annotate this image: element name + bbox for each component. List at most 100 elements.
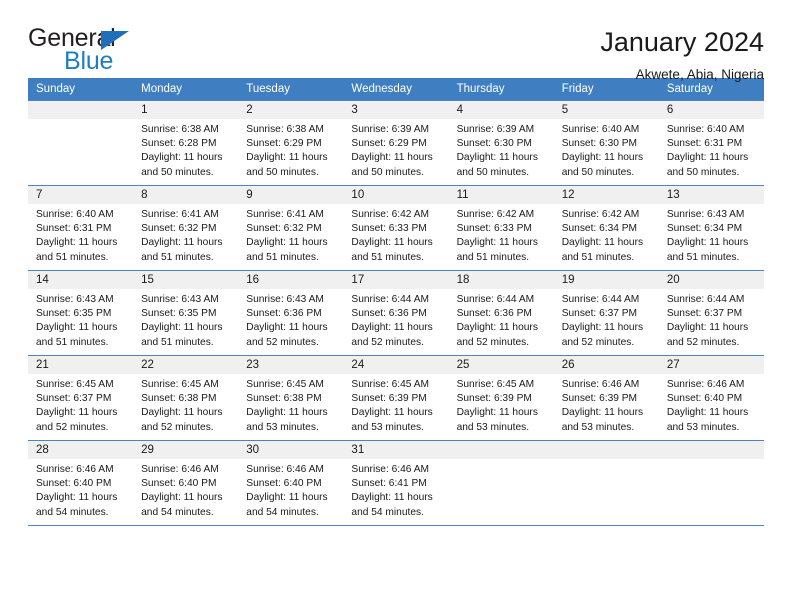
triangle-flag-icon — [101, 31, 129, 50]
sunrise-time: Sunrise: 6:45 AM — [36, 379, 114, 390]
daylight-duration-line1: Daylight: 11 hours — [246, 322, 328, 334]
sunset-time: Sunset: 6:39 PM — [456, 393, 532, 405]
sunrise-time: Sunrise: 6:44 AM — [351, 294, 430, 305]
day-details: Sunrise: 6:40 AM Sunset: 6:31 PM Daylight:… — [659, 119, 764, 180]
daylight-duration-line2: and 50 minutes. — [141, 166, 214, 178]
brand-name-blue: Blue — [64, 47, 114, 75]
calendar-day-cell-empty — [553, 440, 659, 525]
sunrise-time: Sunrise: 6:46 AM — [246, 464, 324, 475]
daylight-duration-line1: Daylight: 11 hours — [561, 322, 644, 334]
sunrise-time: Sunrise: 6:44 AM — [561, 294, 640, 305]
sunset-time: Sunset: 6:30 PM — [561, 138, 638, 150]
day-cell-inner: 2 Sunrise: 6:38 AM Sunset: 6:29 PM Daylight… — [238, 100, 344, 185]
day-number: 8 — [133, 186, 239, 204]
daylight-duration-line1: Daylight: 11 hours — [36, 492, 118, 504]
day-cell-inner: 8 Sunrise: 6:41 AM Sunset: 6:32 PM Daylight… — [133, 185, 239, 270]
day-number — [448, 441, 554, 459]
daylight-duration-line2: and 54 minutes. — [246, 506, 319, 518]
calendar-day-cell[interactable]: 17 Sunrise: 6:44 AM Sunset: 6:36 PM Dayligh… — [343, 270, 449, 355]
daylight-duration-line2: and 51 minutes. — [36, 251, 109, 263]
calendar-day-cell[interactable]: 12 Sunrise: 6:42 AM Sunset: 6:34 PM Dayligh… — [553, 185, 659, 270]
day-cell-inner: 19 Sunrise: 6:44 AM Sunset: 6:37 PM Dayligh… — [553, 270, 659, 355]
day-details: Sunrise: 6:46 AM Sunset: 6:41 PM Daylight:… — [343, 459, 448, 520]
calendar-day-cell[interactable]: 19 Sunrise: 6:44 AM Sunset: 6:37 PM Dayligh… — [553, 270, 659, 355]
calendar-page: General Blue January 2024 Akwete, Abia, … — [0, 0, 792, 612]
page-title: January 2024 — [600, 27, 764, 57]
day-number: 16 — [238, 271, 344, 289]
day-cell-inner: 30 Sunrise: 6:46 AM Sunset: 6:40 PM Dayligh… — [238, 440, 344, 525]
daylight-duration-line1: Daylight: 11 hours — [351, 322, 433, 334]
day-number: 28 — [28, 441, 134, 459]
calendar-day-cell[interactable]: 2 Sunrise: 6:38 AM Sunset: 6:29 PM Daylight… — [238, 100, 344, 185]
calendar-day-cell[interactable]: 28 Sunrise: 6:46 AM Sunset: 6:40 PM Dayligh… — [28, 440, 134, 525]
calendar-day-cell[interactable]: 5 Sunrise: 6:40 AM Sunset: 6:30 PM Daylight… — [553, 100, 659, 185]
day-details: Sunrise: 6:40 AM Sunset: 6:31 PM Daylight:… — [28, 204, 133, 265]
daylight-duration-line2: and 53 minutes. — [351, 421, 424, 433]
day-details: Sunrise: 6:42 AM Sunset: 6:34 PM Daylight:… — [554, 204, 659, 265]
sunset-time: Sunset: 6:41 PM — [351, 478, 427, 490]
day-number: 19 — [553, 271, 659, 289]
day-number — [658, 441, 764, 459]
daylight-duration-line1: Daylight: 11 hours — [246, 407, 328, 419]
calendar-day-cell[interactable]: 13 Sunrise: 6:43 AM Sunset: 6:34 PM Dayligh… — [658, 185, 764, 270]
calendar-day-cell[interactable]: 18 Sunrise: 6:44 AM Sunset: 6:36 PM Dayligh… — [448, 270, 554, 355]
calendar-day-cell[interactable]: 16 Sunrise: 6:43 AM Sunset: 6:36 PM Dayligh… — [238, 270, 344, 355]
calendar-day-cell[interactable]: 1 Sunrise: 6:38 AM Sunset: 6:28 PM Daylight… — [133, 100, 239, 185]
day-details: Sunrise: 6:44 AM Sunset: 6:37 PM Daylight:… — [659, 289, 764, 350]
brand-logo[interactable]: General Blue — [28, 26, 228, 76]
sunrise-time: Sunrise: 6:39 AM — [351, 124, 430, 135]
weekday-header-monday: Monday — [133, 78, 239, 100]
calendar-day-cell[interactable]: 25 Sunrise: 6:45 AM Sunset: 6:39 PM Dayligh… — [448, 355, 554, 440]
daylight-duration-line2: and 52 minutes. — [666, 336, 740, 348]
calendar-day-cell[interactable]: 26 Sunrise: 6:46 AM Sunset: 6:39 PM Dayligh… — [553, 355, 659, 440]
daylight-duration-line1: Daylight: 11 hours — [561, 152, 644, 164]
calendar-day-cell[interactable]: 9 Sunrise: 6:41 AM Sunset: 6:32 PM Daylight… — [238, 185, 344, 270]
daylight-duration-line1: Daylight: 11 hours — [246, 492, 328, 504]
calendar-day-cell[interactable]: 29 Sunrise: 6:46 AM Sunset: 6:40 PM Dayligh… — [133, 440, 239, 525]
daylight-duration-line2: and 50 minutes. — [561, 166, 635, 178]
calendar-day-cell[interactable]: 4 Sunrise: 6:39 AM Sunset: 6:30 PM Daylight… — [448, 100, 554, 185]
daylight-duration-line1: Daylight: 11 hours — [456, 407, 538, 419]
calendar-day-cell[interactable]: 14 Sunrise: 6:43 AM Sunset: 6:35 PM Dayligh… — [28, 270, 134, 355]
day-details: Sunrise: 6:44 AM Sunset: 6:36 PM Daylight:… — [449, 289, 554, 350]
calendar-week-row: 1 Sunrise: 6:38 AM Sunset: 6:28 PM Daylight… — [28, 100, 764, 185]
sunset-time: Sunset: 6:40 PM — [666, 393, 743, 405]
sunset-time: Sunset: 6:38 PM — [141, 393, 217, 405]
sunset-time: Sunset: 6:34 PM — [666, 223, 743, 235]
calendar-day-cell[interactable]: 20 Sunrise: 6:44 AM Sunset: 6:37 PM Dayligh… — [658, 270, 764, 355]
day-cell-inner: 25 Sunrise: 6:45 AM Sunset: 6:39 PM Dayligh… — [448, 355, 554, 440]
calendar-day-cell[interactable]: 30 Sunrise: 6:46 AM Sunset: 6:40 PM Dayligh… — [238, 440, 344, 525]
day-details: Sunrise: 6:38 AM Sunset: 6:29 PM Daylight:… — [238, 119, 343, 180]
day-cell-inner: 26 Sunrise: 6:46 AM Sunset: 6:39 PM Dayligh… — [553, 355, 659, 440]
calendar-day-cell[interactable]: 23 Sunrise: 6:45 AM Sunset: 6:38 PM Dayligh… — [238, 355, 344, 440]
day-details: Sunrise: 6:41 AM Sunset: 6:32 PM Daylight:… — [238, 204, 343, 265]
calendar-day-cell[interactable]: 15 Sunrise: 6:43 AM Sunset: 6:35 PM Dayligh… — [133, 270, 239, 355]
calendar-day-cell[interactable]: 21 Sunrise: 6:45 AM Sunset: 6:37 PM Dayligh… — [28, 355, 134, 440]
day-number: 17 — [343, 271, 449, 289]
calendar-day-cell[interactable]: 6 Sunrise: 6:40 AM Sunset: 6:31 PM Daylight… — [658, 100, 764, 185]
calendar-day-cell[interactable]: 7 Sunrise: 6:40 AM Sunset: 6:31 PM Daylight… — [28, 185, 134, 270]
calendar-day-cell[interactable]: 24 Sunrise: 6:45 AM Sunset: 6:39 PM Dayligh… — [343, 355, 449, 440]
day-number: 25 — [448, 356, 554, 374]
day-number: 18 — [448, 271, 554, 289]
daylight-duration-line2: and 52 minutes. — [36, 421, 109, 433]
sunrise-time: Sunrise: 6:40 AM — [36, 209, 114, 220]
daylight-duration-line1: Daylight: 11 hours — [246, 237, 328, 249]
day-cell-inner: 4 Sunrise: 6:39 AM Sunset: 6:30 PM Daylight… — [448, 100, 554, 185]
sunset-time: Sunset: 6:35 PM — [141, 308, 217, 320]
calendar-day-cell[interactable]: 11 Sunrise: 6:42 AM Sunset: 6:33 PM Dayligh… — [448, 185, 554, 270]
calendar-day-cell[interactable]: 10 Sunrise: 6:42 AM Sunset: 6:33 PM Dayligh… — [343, 185, 449, 270]
calendar-day-cell[interactable]: 22 Sunrise: 6:45 AM Sunset: 6:38 PM Dayligh… — [133, 355, 239, 440]
calendar-day-cell[interactable]: 31 Sunrise: 6:46 AM Sunset: 6:41 PM Dayligh… — [343, 440, 449, 525]
day-details: Sunrise: 6:41 AM Sunset: 6:32 PM Daylight:… — [133, 204, 238, 265]
calendar-day-cell[interactable]: 8 Sunrise: 6:41 AM Sunset: 6:32 PM Daylight… — [133, 185, 239, 270]
sunset-time: Sunset: 6:37 PM — [36, 393, 112, 405]
calendar-day-cell[interactable]: 3 Sunrise: 6:39 AM Sunset: 6:29 PM Daylight… — [343, 100, 449, 185]
sunrise-time: Sunrise: 6:46 AM — [666, 379, 745, 390]
sunset-time: Sunset: 6:40 PM — [246, 478, 322, 490]
calendar-day-cell[interactable]: 27 Sunrise: 6:46 AM Sunset: 6:40 PM Dayligh… — [658, 355, 764, 440]
daylight-duration-line1: Daylight: 11 hours — [456, 322, 538, 334]
day-number: 29 — [133, 441, 239, 459]
day-details: Sunrise: 6:46 AM Sunset: 6:40 PM Daylight:… — [133, 459, 238, 520]
sunset-time: Sunset: 6:31 PM — [36, 223, 112, 235]
